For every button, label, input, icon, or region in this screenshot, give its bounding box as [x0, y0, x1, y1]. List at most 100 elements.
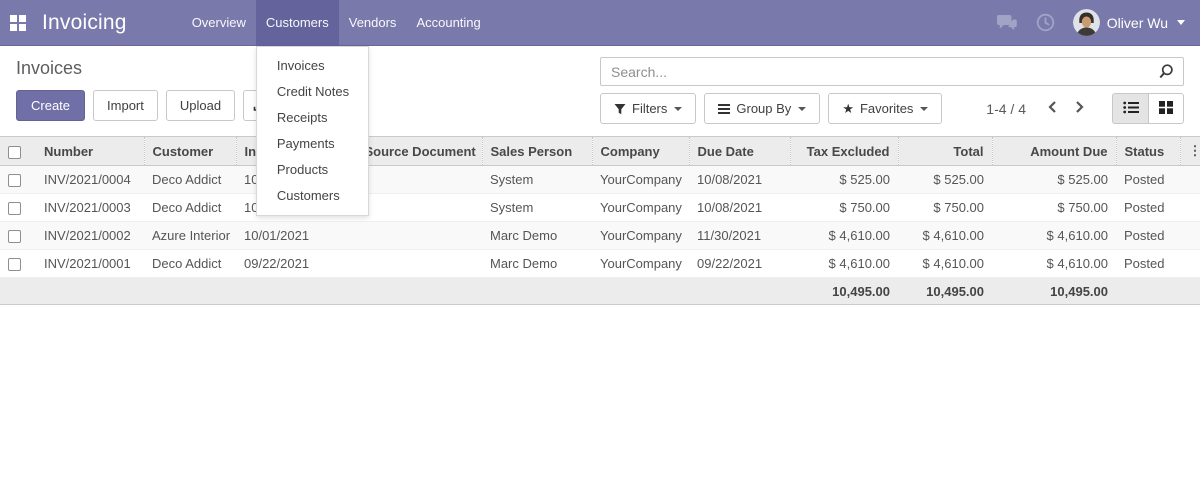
row-checkbox[interactable] — [8, 202, 21, 216]
app-brand[interactable]: Invoicing — [42, 11, 127, 35]
cell-company: YourCompany — [592, 193, 689, 222]
search-options: Filters Group By ★ Favorites — [600, 93, 943, 124]
search-box — [600, 57, 1184, 86]
control-panel-right: Filters Group By ★Favorites 1-4 / 4 — [600, 57, 1184, 124]
cell-total: $ 750.00 — [898, 193, 992, 222]
view-switcher — [1112, 93, 1184, 124]
table-row[interactable]: INV/2021/0002 Azure Interior 10/01/2021 … — [0, 221, 1200, 250]
activities-clock-icon[interactable] — [1036, 13, 1055, 32]
table-row[interactable]: INV/2021/0003 Deco Addict 10/08/2021 Sys… — [0, 193, 1200, 222]
row-checkbox[interactable] — [8, 258, 21, 272]
cell-tax-excluded: $ 4,610.00 — [790, 249, 898, 278]
cell-due-date: 10/08/2021 — [689, 165, 790, 194]
col-header-number[interactable]: Number — [36, 136, 145, 166]
col-header-total[interactable]: Total — [898, 136, 993, 166]
filters-button[interactable]: Filters — [600, 93, 697, 124]
cell-due-date: 11/30/2021 — [689, 221, 790, 250]
group-by-icon — [718, 103, 731, 114]
group-by-button[interactable]: Group By — [704, 93, 821, 124]
footer-amount-due-total: 10,495.00 — [992, 277, 1116, 305]
search-icon[interactable] — [1159, 64, 1175, 85]
import-button[interactable]: Import — [93, 90, 158, 121]
cell-tax-excluded: $ 750.00 — [790, 193, 898, 222]
table-header: Number Customer Invoice Date Source Docu… — [0, 136, 1200, 166]
invoicing-app-window: Invoicing Overview Customers Invoices Cr… — [0, 0, 1200, 500]
messages-icon[interactable] — [996, 14, 1018, 32]
col-header-amount-due[interactable]: Amount Due — [992, 136, 1117, 166]
menu-item-invoices[interactable]: Invoices — [257, 53, 368, 79]
cell-source-document — [356, 249, 482, 278]
pager-next-button[interactable] — [1068, 97, 1092, 120]
cell-source-document — [356, 193, 482, 222]
search-input[interactable] — [600, 57, 1184, 86]
select-all-checkbox[interactable] — [8, 145, 21, 159]
menu-item-customers[interactable]: Customers — [257, 183, 368, 209]
caret-down-icon — [1177, 20, 1185, 25]
cell-number: INV/2021/0002 — [36, 221, 144, 250]
upload-button[interactable]: Upload — [165, 90, 236, 121]
table-row[interactable]: INV/2021/0004 Deco Addict 10/08/2021 Sys… — [0, 165, 1200, 194]
cell-number: INV/2021/0001 — [36, 249, 144, 278]
kanban-view-button[interactable] — [1148, 93, 1184, 124]
cell-due-date: 10/08/2021 — [689, 193, 790, 222]
apps-menu-icon[interactable] — [10, 14, 26, 31]
cell-invoice-date: 10/01/2021 — [236, 221, 356, 250]
pager-previous-button[interactable] — [1040, 97, 1064, 120]
action-buttons: Create Import Upload — [16, 90, 279, 121]
nav-item-accounting[interactable]: Accounting — [406, 0, 490, 46]
star-icon: ★ — [842, 100, 854, 116]
caret-down-icon — [798, 106, 807, 111]
list-view-icon — [1122, 101, 1139, 117]
cell-amount-due: $ 4,610.00 — [992, 249, 1116, 278]
row-checkbox[interactable] — [8, 230, 21, 244]
cell-company: YourCompany — [592, 165, 689, 194]
user-menu[interactable]: Oliver Wu — [1072, 9, 1185, 36]
menu-item-credit-notes[interactable]: Credit Notes — [257, 79, 368, 105]
col-header-company[interactable]: Company — [592, 136, 690, 166]
cell-sales-person: Marc Demo — [482, 221, 592, 250]
favorites-button[interactable]: ★ Favorites — [828, 93, 943, 124]
create-button[interactable]: Create — [16, 90, 86, 121]
cell-status: Posted — [1116, 249, 1180, 278]
cell-source-document — [356, 165, 482, 194]
menu-item-products[interactable]: Products — [257, 157, 368, 183]
cell-total: $ 4,610.00 — [898, 249, 992, 278]
col-header-tax-excluded[interactable]: Tax Excluded — [790, 136, 899, 166]
table-row[interactable]: INV/2021/0001 Deco Addict 09/22/2021 Mar… — [0, 249, 1200, 278]
col-header-sales-person[interactable]: Sales Person — [482, 136, 593, 166]
filter-funnel-icon — [614, 103, 626, 115]
menu-item-payments[interactable]: Payments — [257, 131, 368, 157]
cell-sales-person: Marc Demo — [482, 249, 592, 278]
pager-range: 1-4 / 4 — [986, 100, 1026, 117]
cell-total: $ 525.00 — [898, 165, 992, 194]
cell-customer: Azure Interior — [144, 221, 236, 250]
navbar-menu: Overview Customers Invoices Credit Notes… — [182, 0, 491, 216]
col-header-status[interactable]: Status — [1116, 136, 1181, 166]
col-header-source-document[interactable]: Source Document — [356, 136, 483, 166]
top-navbar: Invoicing Overview Customers Invoices Cr… — [0, 0, 1200, 216]
cell-source-document — [356, 221, 482, 250]
caret-down-icon — [920, 106, 929, 111]
nav-item-vendors[interactable]: Vendors — [339, 0, 407, 46]
cell-company: YourCompany — [592, 221, 689, 250]
control-panel: Invoices Create Import Upload Search... … — [0, 46, 1200, 136]
menu-item-receipts[interactable]: Receipts — [257, 105, 368, 131]
view-controls: Filters Group By ★ Favorites 1-4 / 4 — [600, 93, 1184, 124]
col-header-due-date[interactable]: Due Date — [689, 136, 791, 166]
table-body: INV/2021/0004 Deco Addict 10/08/2021 Sys… — [0, 165, 1200, 278]
cell-invoice-date: 09/22/2021 — [236, 249, 356, 278]
table-footer: 10,495.00 10,495.00 10,495.00 — [0, 277, 1200, 305]
row-checkbox[interactable] — [8, 174, 21, 188]
nav-item-overview[interactable]: Overview — [182, 0, 256, 46]
chevron-left-icon — [1047, 100, 1057, 117]
nav-item-customers[interactable]: Customers Invoices Credit Notes Receipts… — [255, 0, 369, 216]
cell-total: $ 4,610.00 — [898, 221, 992, 250]
cell-due-date: 09/22/2021 — [689, 249, 790, 278]
cell-amount-due: $ 750.00 — [992, 193, 1116, 222]
col-header-customer[interactable]: Customer — [144, 136, 237, 166]
optional-columns-icon[interactable]: ⋮ — [1189, 143, 1200, 158]
cell-sales-person: System — [482, 193, 592, 222]
list-view-button[interactable] — [1112, 93, 1148, 124]
chevron-right-icon — [1075, 100, 1085, 117]
cell-status: Posted — [1116, 165, 1180, 194]
